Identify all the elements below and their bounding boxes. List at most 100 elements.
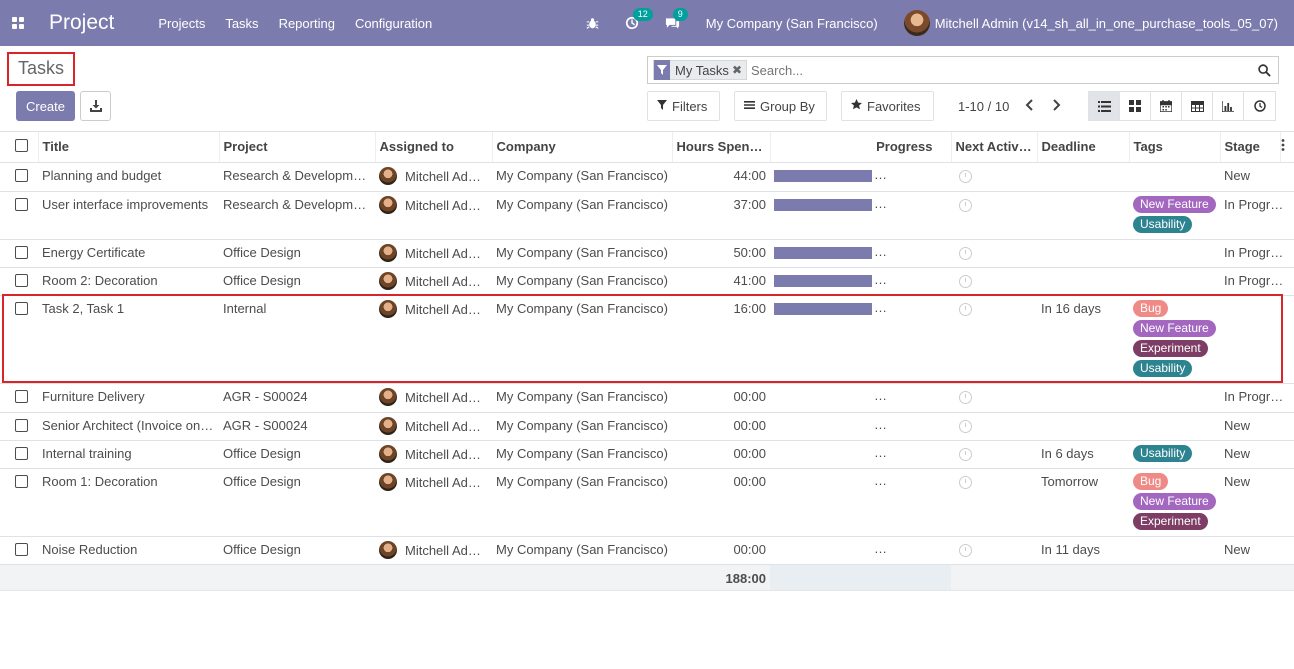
task-next-activity[interactable]: [951, 383, 1037, 413]
calendar-view-icon[interactable]: [1151, 92, 1182, 120]
activity-clock-icon[interactable]: [959, 198, 972, 212]
task-next-activity[interactable]: [951, 295, 1037, 384]
column-next-activity[interactable]: Next Activ…: [951, 132, 1038, 163]
user-menu[interactable]: Mitchell Admin (v14_sh_all_in_one_purcha…: [935, 16, 1278, 31]
search-input[interactable]: [751, 62, 1254, 78]
table-header: Title Project Assigned to Company Hours …: [0, 132, 1294, 163]
bug-icon[interactable]: [586, 17, 599, 30]
table-row[interactable]: Planning and budget Research & Developmen…: [0, 162, 1294, 192]
column-tags[interactable]: Tags: [1129, 132, 1221, 163]
assignee-name: Mitchell Ad…: [405, 245, 481, 261]
assignee-avatar: [379, 540, 397, 559]
row-checkbox[interactable]: [0, 239, 38, 268]
table-row[interactable]: Noise Reduction Office Design Mitchell Ad……: [0, 536, 1294, 565]
row-checkbox[interactable]: [0, 412, 38, 441]
menu-reporting[interactable]: Reporting: [279, 16, 335, 31]
select-all-checkbox[interactable]: [0, 132, 39, 163]
column-progress[interactable]: Progress: [770, 132, 952, 163]
activity-clock-icon[interactable]: [959, 543, 972, 557]
messages-icon[interactable]: 9: [665, 8, 688, 30]
export-button[interactable]: [80, 91, 111, 121]
task-project: AGR - S00024: [219, 383, 375, 413]
task-next-activity[interactable]: [951, 239, 1037, 268]
task-next-activity[interactable]: [951, 440, 1037, 469]
pager-previous-icon[interactable]: [1024, 98, 1034, 114]
menu-tasks[interactable]: Tasks: [225, 16, 258, 31]
task-assignee: Mitchell Ad…: [375, 295, 492, 384]
row-checkbox[interactable]: [0, 536, 38, 565]
row-checkbox[interactable]: [0, 295, 38, 384]
row-checkbox[interactable]: [0, 468, 38, 537]
task-company: My Company (San Francisco): [492, 440, 672, 469]
table-row[interactable]: Senior Architect (Invoice on… AGR - S0002…: [0, 412, 1294, 441]
create-button[interactable]: Create: [16, 91, 75, 121]
activity-clock-icon[interactable]: 12: [625, 8, 653, 30]
activity-clock-icon[interactable]: [959, 169, 972, 183]
task-title: Task 2, Task 1: [38, 295, 219, 384]
activity-clock-icon[interactable]: [959, 475, 972, 489]
activity-clock-icon[interactable]: [959, 447, 972, 461]
task-project: AGR - S00024: [219, 412, 375, 441]
activity-clock-icon[interactable]: [959, 274, 972, 288]
column-assigned[interactable]: Assigned to: [375, 132, 493, 163]
table-row[interactable]: Room 2: Decoration Office Design Mitchell …: [0, 267, 1294, 296]
table-row[interactable]: Furniture Delivery AGR - S00024 Mitchell A…: [0, 383, 1294, 413]
column-title[interactable]: Title: [38, 132, 220, 163]
task-next-activity[interactable]: [951, 267, 1037, 296]
kanban-view-icon[interactable]: [1120, 92, 1151, 120]
table-row[interactable]: Task 2, Task 1 Internal Mitchell Ad… My Com…: [0, 295, 1294, 384]
table-row[interactable]: Energy Certificate Office Design Mitchell …: [0, 239, 1294, 268]
column-company[interactable]: Company: [492, 132, 673, 163]
task-table: Title Project Assigned to Company Hours …: [0, 132, 1294, 591]
row-checkbox[interactable]: [0, 383, 38, 413]
pager-next-icon[interactable]: [1052, 98, 1062, 114]
task-next-activity[interactable]: [951, 162, 1037, 192]
activity-clock-icon[interactable]: [959, 390, 972, 404]
task-next-activity[interactable]: [951, 191, 1037, 240]
favorites-button[interactable]: Favorites: [841, 91, 934, 121]
task-deadline: [1037, 267, 1129, 296]
filters-button[interactable]: Filters: [647, 91, 720, 121]
menu-projects[interactable]: Projects: [158, 16, 205, 31]
search-icon[interactable]: [1254, 63, 1274, 77]
column-stage[interactable]: Stage: [1220, 132, 1281, 163]
row-checkbox[interactable]: [0, 191, 38, 240]
menu-configuration[interactable]: Configuration: [355, 16, 432, 31]
column-hours[interactable]: Hours Spen…: [672, 132, 771, 163]
table-row[interactable]: User interface improvements Research & De…: [0, 191, 1294, 240]
activity-view-icon[interactable]: [1244, 92, 1275, 120]
activity-clock-icon[interactable]: [959, 246, 972, 260]
app-brand[interactable]: Project: [49, 11, 114, 35]
task-hours: 00:00: [672, 440, 770, 469]
column-deadline[interactable]: Deadline: [1037, 132, 1130, 163]
group-by-button[interactable]: Group By: [734, 91, 827, 121]
table-row[interactable]: Room 1: Decoration Office Design Mitchell …: [0, 468, 1294, 537]
user-avatar[interactable]: [903, 10, 930, 36]
activity-clock-icon[interactable]: [959, 302, 972, 316]
row-checkbox[interactable]: [0, 440, 38, 469]
task-next-activity[interactable]: [951, 412, 1037, 441]
apps-menu-icon[interactable]: [1, 0, 35, 46]
row-checkbox[interactable]: [0, 267, 38, 296]
task-progress: …: [770, 536, 951, 565]
graph-view-icon[interactable]: [1213, 92, 1244, 120]
activity-clock-icon[interactable]: [959, 419, 972, 433]
table-row[interactable]: Internal training Office Design Mitchell A…: [0, 440, 1294, 469]
list-view-icon[interactable]: [1089, 92, 1120, 120]
assignee-name: Mitchell Ad…: [405, 542, 481, 558]
task-assignee: Mitchell Ad…: [375, 440, 492, 469]
pager-value[interactable]: 1-10 / 10: [958, 99, 1009, 114]
column-project[interactable]: Project: [219, 132, 376, 163]
assignee-name: Mitchell Ad…: [405, 418, 481, 434]
task-hours: 41:00: [672, 267, 770, 296]
company-switcher[interactable]: My Company (San Francisco): [706, 16, 878, 31]
row-checkbox[interactable]: [0, 162, 38, 192]
progress-ellipsis: …: [874, 444, 887, 460]
task-next-activity[interactable]: [951, 536, 1037, 565]
column-settings-icon[interactable]: [1280, 132, 1294, 163]
remove-facet-icon[interactable]: ✖: [732, 63, 746, 77]
task-assignee: Mitchell Ad…: [375, 267, 492, 296]
task-progress: …: [770, 440, 951, 469]
task-next-activity[interactable]: [951, 468, 1037, 537]
pivot-view-icon[interactable]: [1182, 92, 1213, 120]
